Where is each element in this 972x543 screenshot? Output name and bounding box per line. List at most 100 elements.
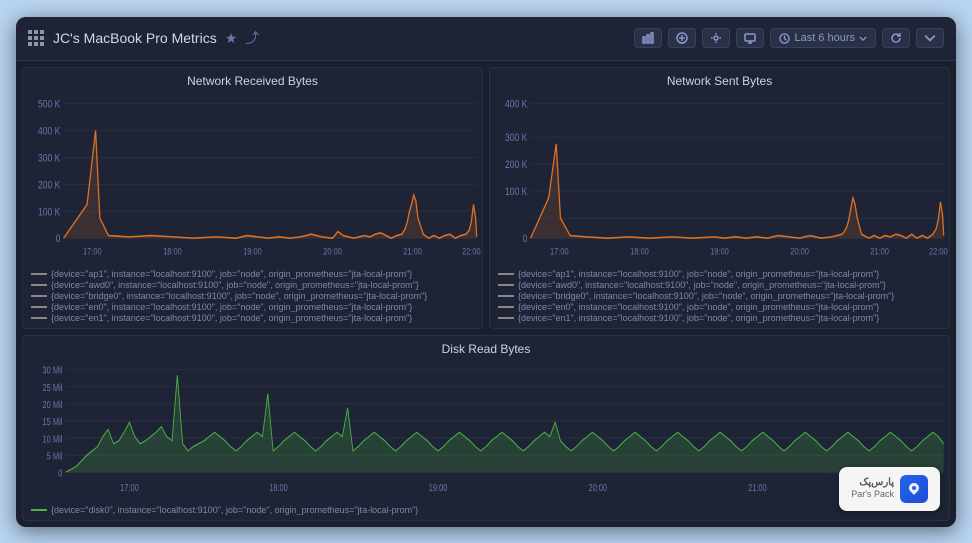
legend-item: {device="en0", instance="localhost:9100"… [498, 302, 941, 312]
legend-label: {device="awd0", instance="localhost:9100… [518, 280, 886, 290]
legend-label: {device="awd0", instance="localhost:9100… [51, 280, 419, 290]
disk-read-title: Disk Read Bytes [23, 336, 949, 358]
watermark-text-block: پارس‌پک Par's Pack [851, 477, 894, 500]
svg-text:20:00: 20:00 [588, 481, 607, 492]
legend-item: {device="awd0", instance="localhost:9100… [31, 280, 474, 290]
network-received-panel: Network Received Bytes 500 K 400 K 300 K… [22, 67, 483, 329]
svg-text:0: 0 [523, 233, 528, 245]
legend-label: {device="bridge0", instance="localhost:9… [51, 291, 427, 301]
network-sent-svg: 400 K 300 K 200 K 100 K 0 17:00 18:00 19… [490, 90, 949, 265]
dashboard: JC's MacBook Pro Metrics ★ ⤴ Last 6 hour… [16, 17, 956, 527]
legend-label: {device="ap1", instance="localhost:9100"… [518, 269, 879, 279]
svg-text:17:00: 17:00 [120, 481, 139, 492]
time-range-button[interactable]: Last 6 hours [770, 28, 876, 48]
monitor-button[interactable] [736, 28, 764, 48]
svg-text:20:00: 20:00 [323, 245, 342, 256]
svg-text:300 K: 300 K [505, 132, 528, 144]
legend-label: {device="bridge0", instance="localhost:9… [518, 291, 894, 301]
legend-color [31, 306, 47, 308]
svg-text:100 K: 100 K [505, 186, 528, 198]
legend-color [498, 306, 514, 308]
network-sent-legend: {device="ap1", instance="localhost:9100"… [490, 265, 949, 328]
legend-color [498, 284, 514, 286]
topbar: JC's MacBook Pro Metrics ★ ⤴ Last 6 hour… [16, 17, 956, 61]
svg-text:21:00: 21:00 [403, 245, 422, 256]
legend-label: {device="en0", instance="localhost:9100"… [51, 302, 412, 312]
refresh-button[interactable] [882, 28, 910, 48]
svg-text:200 K: 200 K [505, 159, 528, 171]
legend-color [31, 509, 47, 511]
legend-item: {device="ap1", instance="localhost:9100"… [498, 269, 941, 279]
svg-text:19:00: 19:00 [710, 245, 729, 256]
legend-item: {device="bridge0", instance="localhost:9… [31, 291, 474, 301]
svg-text:500 K: 500 K [38, 98, 61, 110]
time-range-label: Last 6 hours [794, 32, 855, 44]
legend-label: {device="en1", instance="localhost:9100"… [518, 313, 879, 323]
svg-text:19:00: 19:00 [429, 481, 448, 492]
legend-color [31, 284, 47, 286]
svg-text:22:00: 22:00 [929, 245, 948, 256]
legend-color [31, 273, 47, 275]
network-received-svg: 500 K 400 K 300 K 200 K 100 K 0 17:00 18… [23, 90, 482, 265]
settings-button[interactable] [702, 28, 730, 48]
svg-text:0: 0 [56, 233, 61, 245]
svg-text:30 Mil: 30 Mil [43, 364, 63, 375]
svg-text:20:00: 20:00 [790, 245, 809, 256]
svg-text:400 K: 400 K [38, 125, 61, 137]
svg-text:5 Mil: 5 Mil [47, 450, 63, 461]
svg-text:20 Mil: 20 Mil [43, 399, 63, 410]
panels-grid: Network Received Bytes 500 K 400 K 300 K… [16, 61, 956, 527]
share-icon[interactable]: ⤴ [245, 28, 259, 48]
dashboard-title: JC's MacBook Pro Metrics [53, 30, 217, 46]
watermark-icon [900, 475, 928, 503]
legend-color [31, 317, 47, 319]
svg-text:19:00: 19:00 [243, 245, 262, 256]
watermark-english: Par's Pack [851, 489, 894, 500]
topbar-right: Last 6 hours [634, 28, 944, 48]
svg-text:15 Mil: 15 Mil [43, 416, 63, 427]
network-received-title: Network Received Bytes [23, 68, 482, 90]
legend-color [498, 317, 514, 319]
svg-text:0: 0 [58, 467, 62, 478]
svg-text:21:00: 21:00 [748, 481, 767, 492]
svg-text:17:00: 17:00 [550, 245, 569, 256]
network-sent-title: Network Sent Bytes [490, 68, 949, 90]
svg-text:18:00: 18:00 [630, 245, 649, 256]
legend-label: {device="en1", instance="localhost:9100"… [51, 313, 412, 323]
svg-text:18:00: 18:00 [269, 481, 288, 492]
svg-text:22:00: 22:00 [462, 245, 481, 256]
svg-text:400 K: 400 K [505, 98, 528, 110]
legend-item: {device="awd0", instance="localhost:9100… [498, 280, 941, 290]
disk-read-svg: 30 Mil 25 Mil 20 Mil 15 Mil 10 Mil 5 Mil… [23, 358, 949, 501]
star-icon[interactable]: ★ [225, 30, 238, 47]
add-panel-button[interactable] [668, 28, 696, 48]
watermark-persian: پارس‌پک [851, 477, 894, 489]
legend-item: {device="bridge0", instance="localhost:9… [498, 291, 941, 301]
svg-text:18:00: 18:00 [163, 245, 182, 256]
legend-color [498, 295, 514, 297]
legend-color [498, 273, 514, 275]
watermark: پارس‌پک Par's Pack [839, 467, 940, 511]
disk-read-legend: {device="disk0", instance="localhost:910… [23, 501, 949, 520]
network-sent-chart: 400 K 300 K 200 K 100 K 0 17:00 18:00 19… [490, 90, 949, 265]
legend-item: {device="en1", instance="localhost:9100"… [31, 313, 474, 323]
svg-text:100 K: 100 K [38, 206, 61, 218]
network-sent-panel: Network Sent Bytes 400 K 300 K 200 K 100… [489, 67, 950, 329]
svg-text:17:00: 17:00 [83, 245, 102, 256]
disk-read-panel: Disk Read Bytes 30 Mil 25 Mil 20 Mil 15 … [22, 335, 950, 521]
svg-text:200 K: 200 K [38, 179, 61, 191]
svg-text:25 Mil: 25 Mil [43, 381, 63, 392]
network-received-chart: 500 K 400 K 300 K 200 K 100 K 0 17:00 18… [23, 90, 482, 265]
network-received-legend: {device="ap1", instance="localhost:9100"… [23, 265, 482, 328]
legend-item: {device="disk0", instance="localhost:910… [31, 505, 941, 515]
topbar-left: JC's MacBook Pro Metrics ★ ⤴ [28, 28, 634, 48]
more-button[interactable] [916, 28, 944, 48]
chart-type-button[interactable] [634, 28, 662, 48]
svg-text:300 K: 300 K [38, 152, 61, 164]
legend-item: {device="en1", instance="localhost:9100"… [498, 313, 941, 323]
legend-item: {device="ap1", instance="localhost:9100"… [31, 269, 474, 279]
legend-label: {device="disk0", instance="localhost:910… [51, 505, 418, 515]
legend-item: {device="en0", instance="localhost:9100"… [31, 302, 474, 312]
disk-read-chart: 30 Mil 25 Mil 20 Mil 15 Mil 10 Mil 5 Mil… [23, 358, 949, 501]
legend-color [31, 295, 47, 297]
